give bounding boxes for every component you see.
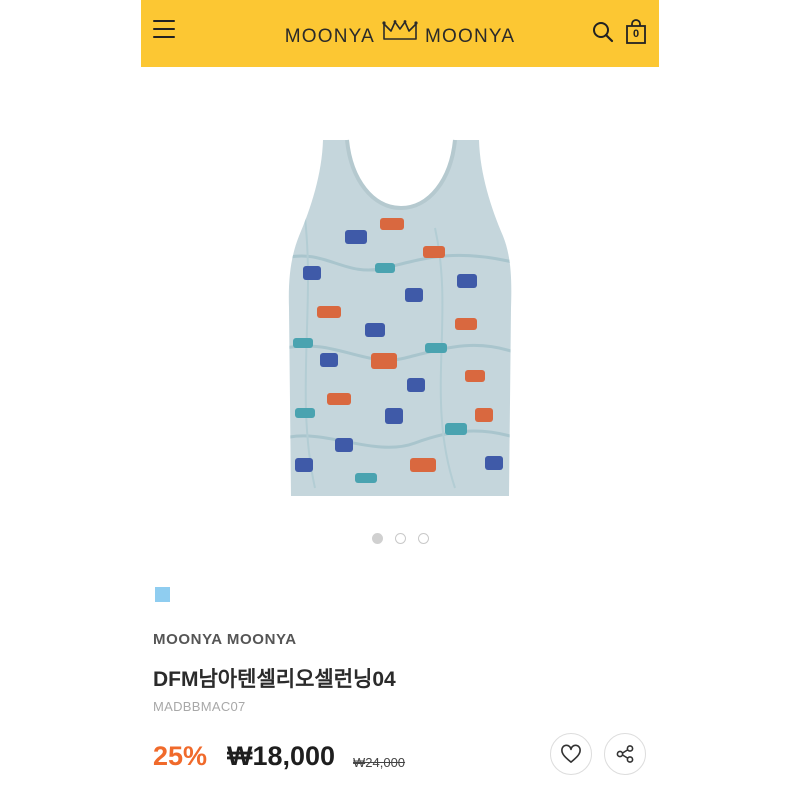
cart-count-badge: 0 (632, 28, 640, 40)
product-image[interactable] (285, 138, 517, 498)
share-button[interactable] (604, 733, 646, 775)
original-price: ₩24,000 (353, 755, 406, 770)
sale-price: ₩18,000 (227, 741, 336, 771)
heart-icon (561, 744, 581, 763)
logo-text-left: MOONYA (284, 26, 375, 48)
logo-text-right: MOONYA (425, 26, 516, 48)
image-carousel-indicator (141, 533, 659, 544)
discount-rate: 25% (153, 741, 208, 771)
carousel-dot-1[interactable] (371, 533, 383, 544)
brand-logo[interactable]: MOONYA MOONYA (141, 19, 659, 52)
color-swatch[interactable] (155, 587, 170, 602)
carousel-dot-3[interactable] (417, 533, 429, 544)
product-code: MADBBMAC07 (153, 699, 246, 714)
crown-icon (381, 19, 419, 49)
top-header: MOONYA MOONYA 0 (141, 0, 659, 67)
product-name: DFM남아텐셀리오셀런닝04 (153, 668, 396, 691)
share-icon (616, 745, 634, 763)
cart-button[interactable]: 0 (624, 19, 648, 45)
like-button[interactable] (550, 733, 592, 775)
search-button[interactable] (591, 20, 615, 44)
mobile-product-page: MOONYA MOONYA 0 MOONYA MOONYA DFM남아텐셀리오셀… (141, 0, 659, 800)
brand-name[interactable]: MOONYA MOONYA (153, 631, 297, 648)
search-icon (593, 22, 614, 43)
carousel-dot-2[interactable] (394, 533, 406, 544)
